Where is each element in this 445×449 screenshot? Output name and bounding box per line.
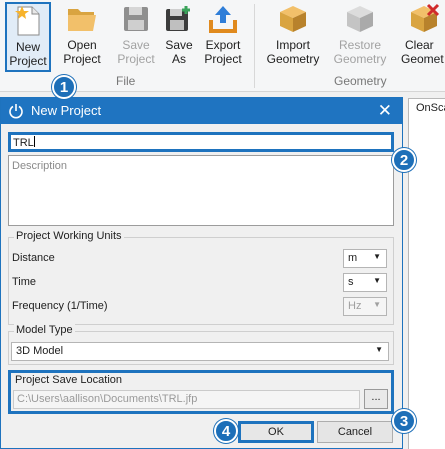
power-icon	[8, 103, 24, 119]
new-project-button[interactable]: New Project	[5, 2, 51, 72]
save-as-button[interactable]: Save As	[161, 2, 197, 72]
save-as-icon	[162, 2, 196, 36]
working-units-group: Project Working Units Distance m ▼ Time s…	[8, 230, 394, 325]
time-select[interactable]: s ▼	[343, 273, 387, 292]
model-type-title: Model Type	[14, 324, 75, 336]
callout-badge-1: 1	[52, 75, 76, 99]
ribbon-group-geometry: Geometry	[334, 74, 387, 88]
clear-geometry-button[interactable]: Clear Geomet	[399, 2, 445, 72]
chevron-down-icon: ▼	[373, 276, 381, 285]
callout-badge-4: 4	[214, 419, 238, 443]
restore-geometry-button[interactable]: Restore Geometry	[329, 2, 391, 72]
ribbon-separator	[254, 4, 255, 88]
export-icon	[206, 2, 240, 36]
chevron-down-icon: ▼	[373, 300, 381, 309]
browse-button[interactable]: ...	[364, 389, 388, 409]
save-project-button[interactable]: Save Project	[114, 2, 158, 72]
export-project-button[interactable]: Export Project	[200, 2, 246, 72]
text-caret	[33, 136, 35, 147]
description-field[interactable]: Description	[8, 155, 394, 226]
import-geometry-icon	[276, 2, 310, 36]
model-type-group: Model Type 3D Model ▼	[8, 324, 394, 365]
restore-geometry-icon	[343, 2, 377, 36]
save-location-group: Project Save Location C:\Users\aallison\…	[8, 370, 394, 414]
clear-geometry-icon	[407, 2, 441, 36]
save-icon	[119, 2, 153, 36]
close-icon[interactable]: ✕	[378, 101, 392, 121]
dialog-titlebar: New Project ✕	[1, 98, 402, 124]
tab-onscale[interactable]: OnSca	[408, 98, 445, 120]
cancel-button[interactable]: Cancel	[317, 421, 393, 443]
callout-badge-2: 2	[392, 148, 416, 172]
ribbon-group-file: File	[116, 74, 136, 88]
open-project-button[interactable]: Open Project	[60, 2, 104, 72]
new-document-icon	[11, 4, 45, 38]
folder-icon	[65, 2, 99, 36]
save-location-title: Project Save Location	[15, 374, 123, 386]
callout-badge-3: 3	[392, 409, 416, 433]
new-project-dialog: New Project ✕ TRL Description Project Wo…	[0, 97, 403, 449]
project-name-field[interactable]: TRL	[8, 132, 394, 152]
dialog-title: New Project	[31, 103, 102, 118]
chevron-down-icon: ▼	[373, 252, 381, 261]
model-type-select[interactable]: 3D Model ▼	[11, 342, 389, 361]
frequency-label: Frequency (1/Time)	[12, 300, 108, 312]
distance-select[interactable]: m ▼	[343, 249, 387, 268]
save-path-field[interactable]: C:\Users\aallison\Documents\TRL.jfp	[13, 390, 360, 409]
ok-button[interactable]: OK	[238, 421, 314, 443]
working-units-title: Project Working Units	[14, 230, 124, 242]
tab-panel	[408, 119, 445, 449]
time-label: Time	[12, 276, 37, 288]
chevron-down-icon: ▼	[375, 345, 383, 354]
distance-label: Distance	[12, 252, 55, 264]
frequency-select: Hz ▼	[343, 297, 387, 316]
import-geometry-button[interactable]: Import Geometry	[262, 2, 324, 72]
